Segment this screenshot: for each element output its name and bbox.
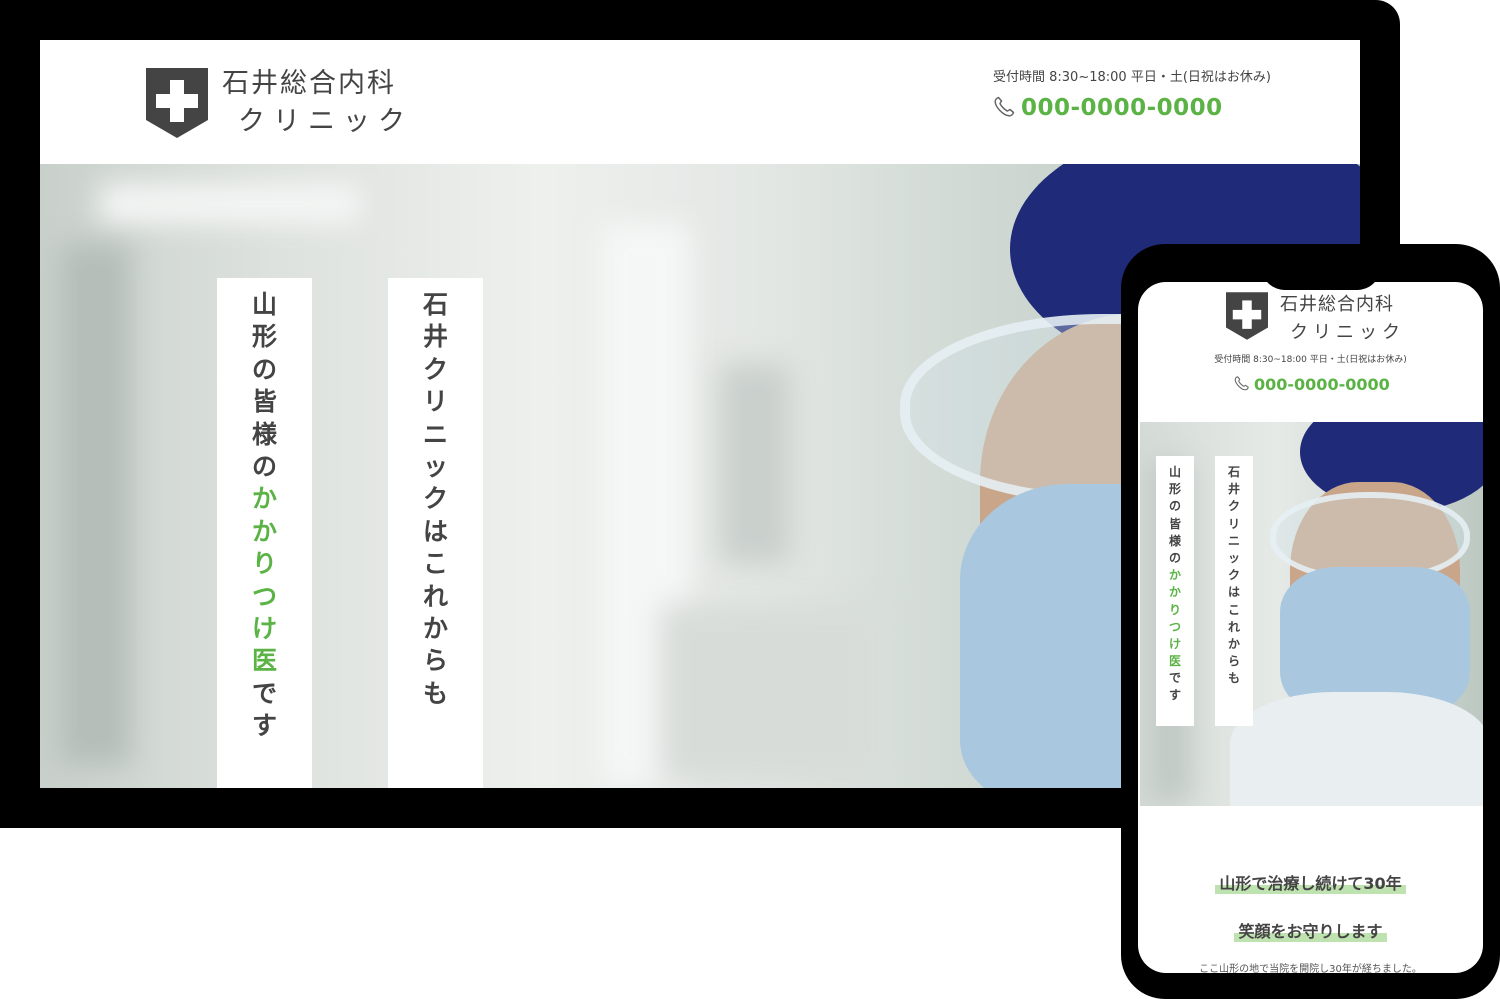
hero-char: 医 bbox=[1168, 654, 1181, 669]
hero-char: の bbox=[251, 451, 277, 481]
hero-char: ク bbox=[1227, 499, 1240, 514]
hero-char: 様 bbox=[251, 419, 277, 449]
reception-hours: 受付時間 8:30~18:00 平日・土(日祝はお休み) bbox=[993, 70, 1271, 85]
hero-char: 形 bbox=[1168, 482, 1181, 497]
doctor-figure bbox=[1230, 422, 1483, 806]
hero-char: も bbox=[422, 678, 448, 708]
phone-number[interactable]: 000-0000-0000 bbox=[1021, 95, 1223, 121]
hero-char: ら bbox=[422, 646, 448, 676]
mobile-tagline-column-2: 石井クリニックはこれからも bbox=[1215, 456, 1253, 726]
hero-char: で bbox=[1168, 671, 1181, 686]
white-coat bbox=[1230, 692, 1483, 806]
hero-char: は bbox=[422, 516, 448, 546]
hero-char: ら bbox=[1227, 654, 1240, 669]
hero-char: 様 bbox=[1168, 533, 1181, 548]
mobile-screen: 石井総合内科 クリニック 受付時間 8:30~18:00 平日・土(日祝はお休み… bbox=[1138, 282, 1483, 973]
hero-char: 石 bbox=[1227, 465, 1240, 479]
hero-tagline-column-1: 山形の皆様のかかりつけ医です bbox=[217, 278, 312, 788]
hero-char: け bbox=[1168, 636, 1181, 651]
hero-char: れ bbox=[422, 581, 448, 611]
hero-char: す bbox=[1168, 688, 1181, 703]
hero-char: 皆 bbox=[251, 387, 277, 417]
hero-char: ッ bbox=[1227, 550, 1240, 565]
corridor-light bbox=[100, 184, 360, 224]
hero-char: す bbox=[251, 711, 277, 741]
corridor-floor bbox=[660, 604, 880, 784]
tagline-2-text: 笑顔をお守りします bbox=[1234, 918, 1387, 942]
hero-char: の bbox=[251, 354, 277, 384]
mobile-reception-hours: 受付時間 8:30~18:00 平日・土(日祝はお休み) bbox=[1214, 355, 1407, 365]
tagline-1-text: 山形で治療し続けて30年 bbox=[1215, 870, 1406, 894]
hero-char: こ bbox=[1227, 602, 1240, 617]
hero-char: り bbox=[1168, 602, 1181, 617]
hero-char: は bbox=[1227, 585, 1240, 600]
mobile-tagline-2: 笑顔をお守りします bbox=[1138, 918, 1483, 942]
hero-char: 形 bbox=[251, 322, 277, 352]
hero-char: も bbox=[1227, 671, 1240, 686]
hero-char: か bbox=[1227, 636, 1240, 651]
mobile-device-frame: 石井総合内科 クリニック 受付時間 8:30~18:00 平日・土(日祝はお休み… bbox=[1121, 244, 1500, 999]
hero-char: 井 bbox=[1227, 482, 1240, 497]
mobile-tagline-1: 山形で治療し続けて30年 bbox=[1138, 870, 1483, 894]
desktop-header: 石井総合内科 クリニック 受付時間 8:30~18:00 平日・土(日祝はお休み… bbox=[40, 40, 1360, 164]
phone-notch bbox=[1261, 244, 1381, 290]
hero-char: つ bbox=[1168, 619, 1181, 634]
hero-char: か bbox=[422, 613, 448, 643]
hero-char: れ bbox=[1227, 619, 1240, 634]
hero-tagline-column-2: 石井クリニックはこれからも bbox=[388, 278, 483, 788]
hero-char: か bbox=[251, 516, 277, 546]
phone-icon bbox=[994, 96, 1015, 117]
hero-char: か bbox=[1168, 585, 1181, 600]
hero-char: ク bbox=[422, 354, 448, 384]
phone-icon bbox=[1234, 376, 1249, 391]
mobile-tagline-column-1: 山形の皆様のかかりつけ医です bbox=[1156, 456, 1194, 726]
hero-char: リ bbox=[422, 387, 448, 417]
hero-char: ッ bbox=[422, 451, 448, 481]
hero-char: 皆 bbox=[1168, 516, 1181, 531]
hero-char: で bbox=[251, 678, 277, 708]
hero-char: の bbox=[1168, 499, 1181, 514]
hero-char: ニ bbox=[1227, 533, 1240, 548]
hero-char: ク bbox=[422, 484, 448, 514]
mobile-phone-number[interactable]: 000-0000-0000 bbox=[1254, 375, 1390, 394]
mobile-clinic-name[interactable]: 石井総合内科 bbox=[1280, 290, 1394, 316]
hero-char: か bbox=[1168, 568, 1181, 583]
hero-char: ク bbox=[1227, 568, 1240, 583]
hero-char: 山 bbox=[251, 290, 277, 319]
clinic-name-sub[interactable]: クリニック bbox=[238, 104, 413, 140]
hero-char: 山 bbox=[1168, 465, 1181, 479]
mobile-hero-image: 山形の皆様のかかりつけ医です 石井クリニックはこれからも bbox=[1140, 422, 1483, 806]
hero-char: の bbox=[1168, 550, 1181, 565]
hero-char: 医 bbox=[251, 646, 277, 676]
hero-char: ニ bbox=[422, 419, 448, 449]
hero-char: か bbox=[251, 484, 277, 514]
hero-char: リ bbox=[1227, 516, 1240, 531]
hero-char: り bbox=[251, 549, 277, 579]
shield-cross-icon[interactable] bbox=[1226, 292, 1268, 340]
hero-char: 井 bbox=[422, 322, 448, 352]
mobile-intro-text: ここ山形の地で当院を開院し30年が経ちました。 bbox=[1199, 964, 1422, 973]
mobile-clinic-name-sub[interactable]: クリニック bbox=[1290, 318, 1405, 344]
corridor-pillar bbox=[60, 244, 130, 764]
hero-char: つ bbox=[251, 581, 277, 611]
hero-char: 石 bbox=[422, 290, 448, 319]
clinic-name[interactable]: 石井総合内科 bbox=[222, 66, 396, 102]
corridor-door bbox=[720, 364, 790, 564]
shield-cross-icon[interactable] bbox=[146, 68, 208, 138]
hero-char: け bbox=[251, 613, 277, 643]
hero-char: こ bbox=[422, 549, 448, 579]
